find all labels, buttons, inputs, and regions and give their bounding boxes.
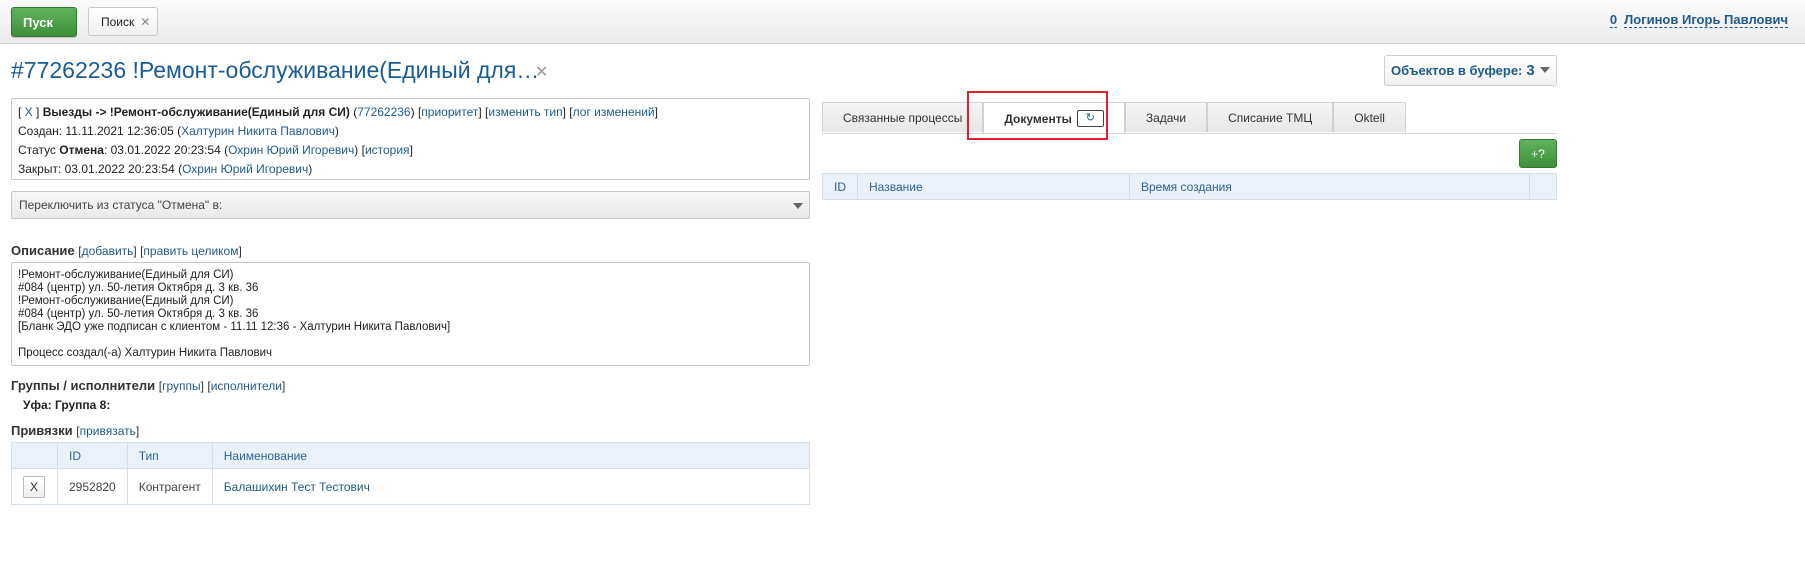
group-item: Уфа: Группа 8: <box>23 398 111 412</box>
row-id: 2952820 <box>57 468 128 505</box>
buffer-dropdown[interactable]: Объектов в буфере: 3 <box>1384 55 1557 86</box>
groups-link[interactable]: группы <box>162 379 201 393</box>
table-row: X 2952820 Контрагент Балашихин Тест Тест… <box>11 468 811 505</box>
info-line-status: Статус Отмена: 03.01.2022 20:23:54 (Охри… <box>18 143 413 157</box>
column-header[interactable]: Название <box>857 173 1130 200</box>
info-line-path: [ X ] Выезды -> !Ремонт-обслуживание(Еди… <box>18 105 658 119</box>
chevron-down-icon <box>793 203 803 209</box>
column-header <box>1529 173 1557 200</box>
paren: ) <box>354 143 362 157</box>
description-text: !Ремонт-обслуживание(Единый для СИ) #084… <box>11 262 810 366</box>
table-header-row: ID Название Время создания <box>822 173 1557 200</box>
closed-label: Закрыт: 03.01.2022 20:23:54 ( <box>18 162 183 176</box>
tab-oktell[interactable]: Oktell <box>1333 102 1406 132</box>
top-bar: Пуск Поиск ✕ 0 Логинов Игорь Павлович <box>0 0 1805 44</box>
search-label: Поиск <box>101 14 135 29</box>
tab-documents-label: Документы <box>1004 111 1072 126</box>
history-link[interactable]: история <box>365 143 410 157</box>
notification-counter[interactable]: 0 <box>1609 12 1618 28</box>
user-area: 0 Логинов Игорь Павлович <box>1609 12 1788 28</box>
search-button[interactable]: Поиск ✕ <box>88 7 158 36</box>
process-id-link[interactable]: 77262236 <box>357 105 410 119</box>
paren: ) <box>334 124 339 138</box>
close-icon[interactable]: ✕ <box>535 62 548 82</box>
column-header: ID <box>57 442 128 469</box>
status-value: Отмена <box>59 143 104 157</box>
column-header[interactable]: Время создания <box>1129 173 1530 200</box>
paren: ) <box>410 105 418 119</box>
close-icon[interactable]: ✕ <box>140 15 150 29</box>
row-name-link[interactable]: Балашихин Тест Тестович <box>224 480 370 494</box>
description-header: Описание [добавить] [править целиком] <box>11 243 242 258</box>
start-button[interactable]: Пуск <box>11 7 77 37</box>
description-title: Описание <box>11 243 75 258</box>
description-edit-link[interactable]: править целиком <box>143 244 238 258</box>
bracket: ] <box>32 105 43 119</box>
status-switch-select[interactable]: Переключить из статуса "Отмена" в: <box>11 191 810 219</box>
status-date: : 03.01.2022 20:23:54 ( <box>103 143 229 157</box>
bracket: [ <box>18 105 25 119</box>
row-type: Контрагент <box>126 468 213 505</box>
close-process-link[interactable]: X <box>25 105 33 119</box>
unlink-button[interactable]: X <box>23 475 45 498</box>
tab-related-processes[interactable]: Связанные процессы <box>822 102 984 132</box>
tab-write-off[interactable]: Списание ТМЦ <box>1207 102 1334 132</box>
refresh-icon[interactable]: ↻ <box>1076 110 1104 127</box>
info-line-closed: Закрыт: 03.01.2022 20:23:54 (Охрин Юрий … <box>18 160 803 179</box>
column-header: Тип <box>126 442 213 469</box>
status-switch-label: Переключить из статуса "Отмена" в: <box>19 198 223 212</box>
column-header[interactable]: ID <box>822 173 858 200</box>
user-name-link[interactable]: Логинов Игорь Павлович <box>1624 12 1788 28</box>
priority-link[interactable]: приоритет <box>421 105 478 119</box>
column-header <box>11 442 58 469</box>
process-path: Выезды -> !Ремонт-обслуживание(Единый дл… <box>42 105 350 119</box>
executors-link[interactable]: исполнители <box>211 379 282 393</box>
paren: ) <box>308 162 313 176</box>
column-header: Наименование <box>211 442 811 469</box>
process-info: [ X ] Выезды -> !Ремонт-обслуживание(Еди… <box>11 98 810 180</box>
info-line-created: Создан: 11.11.2021 12:36:05 (Халтурин Ни… <box>18 122 803 141</box>
closer-link[interactable]: Охрин Юрий Игоревич <box>182 162 308 176</box>
creator-link[interactable]: Халтурин Никита Павлович <box>181 124 335 138</box>
groups-title: Группы / исполнители <box>11 378 156 393</box>
table-header-row: ID Тип Наименование <box>11 442 811 469</box>
tab-documents[interactable]: Документы ↻ <box>983 102 1125 134</box>
buffer-count: 3 <box>1526 62 1535 79</box>
tab-tasks[interactable]: Задачи <box>1124 102 1208 132</box>
chevron-down-icon <box>1540 67 1550 73</box>
groups-header: Группы / исполнители [группы] [исполните… <box>11 378 286 393</box>
tabs-bar: Связанные процессы Документы ↻ Задачи Сп… <box>822 102 1406 134</box>
links-title: Привязки <box>11 423 73 438</box>
created-label: Создан: 11.11.2021 12:36:05 ( <box>18 124 182 138</box>
links-header: Привязки [привязать] <box>11 423 140 438</box>
status-label: Статус <box>18 143 60 157</box>
status-user-link[interactable]: Охрин Юрий Игоревич <box>228 143 354 157</box>
page-title: #77262236 !Ремонт-обслуживание(Единый дл… <box>11 57 540 83</box>
links-table: ID Тип Наименование X 2952820 Контрагент… <box>11 442 811 505</box>
divider <box>822 133 1557 134</box>
documents-table: ID Название Время создания <box>822 173 1557 200</box>
bind-link[interactable]: привязать <box>80 424 136 438</box>
change-log-link[interactable]: лог изменений <box>573 105 655 119</box>
buffer-label: Объектов в буфере: <box>1391 63 1523 78</box>
description-add-link[interactable]: добавить <box>82 244 134 258</box>
change-type-link[interactable]: изменить тип <box>488 105 562 119</box>
add-document-button[interactable]: +? <box>1519 139 1557 168</box>
